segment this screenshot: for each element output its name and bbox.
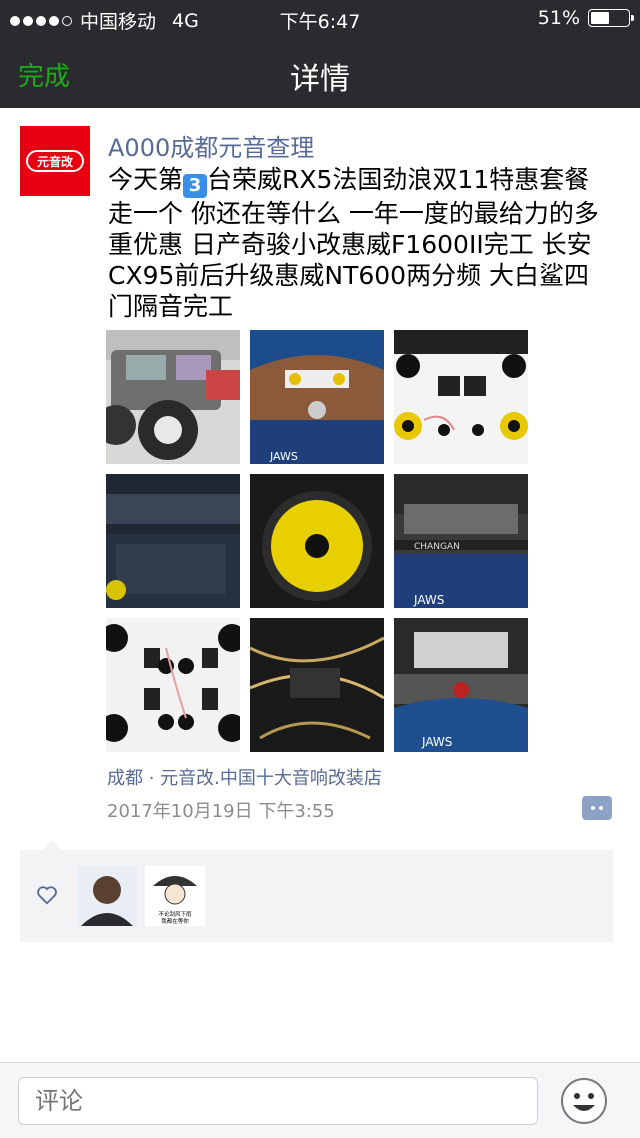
status-right: 51% [537,7,634,29]
photo-speaker-board[interactable] [394,330,528,464]
post-timestamp: 2017年10月19日 下午3:55 [107,801,335,822]
likes-section: 不论刮风下雨 我都在等你 [20,840,613,942]
comment-input[interactable] [18,1077,538,1125]
photo-wiring[interactable] [250,618,384,752]
photo-yellow-speaker[interactable] [250,474,384,608]
photo-grid: JAWS CHANGAN JAWS JAWS [106,330,528,752]
svg-text:JAWS: JAWS [421,735,452,749]
photo-speaker-kit[interactable] [106,618,240,752]
comment-bar [0,1062,640,1138]
photo-door-soundproofing[interactable] [106,474,240,608]
like-avatar-man[interactable] [77,866,137,926]
photo-changan-hood[interactable]: CHANGAN JAWS [394,474,528,608]
page-title: 详情 [290,62,350,97]
photo-jeep[interactable] [106,330,240,464]
cartoon-caption-1: 不论刮风下雨 [158,910,192,918]
like-avatar-cartoon[interactable]: 不论刮风下雨 我都在等你 [145,866,205,926]
svg-text:JAWS: JAWS [413,593,444,607]
photo-nissan-hood[interactable]: JAWS [250,330,384,464]
heart-icon [37,886,57,905]
battery-percent: 51% [537,7,580,29]
avatar-logo: 元音改 [26,150,84,172]
top-bar: 中国移动 4G 下午6:47 51% 完成 详情 [0,0,640,108]
post-location[interactable]: 成都 · 元音改.中国十大音响改装店 [107,764,382,790]
poster-username[interactable]: A000成都元音查理 [108,128,314,163]
post-text-prefix: 今天第 [108,165,184,194]
smiley-icon[interactable] [560,1077,608,1125]
navigation-bar: 完成 详情 [0,36,640,108]
comment-options-button[interactable] [582,796,612,820]
photo-roewe-hood[interactable]: JAWS [394,618,528,752]
status-bar: 中国移动 4G 下午6:47 51% [0,0,640,36]
battery-icon [588,9,634,27]
poster-avatar[interactable]: 元音改 [20,126,90,196]
cartoon-caption-2: 我都在等你 [161,917,189,925]
post-text: 今天第 3 台荣威RX5法国劲浪双11特惠套餐走一个 你还在等什么 一年一度的最给力… [108,164,613,322]
number-badge-icon: 3 [183,174,208,198]
svg-text:CHANGAN: CHANGAN [414,542,460,552]
svg-text:JAWS: JAWS [269,450,298,463]
